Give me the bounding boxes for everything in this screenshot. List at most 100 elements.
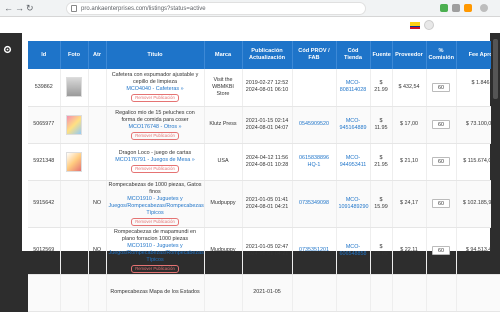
title-cell: Dragon Loco - juego de cartas MCO176791 … [106, 143, 205, 181]
commission-cell [426, 274, 457, 312]
remove-listing-button[interactable]: Remover Publicación [131, 94, 179, 103]
column-header[interactable]: Atr [88, 41, 107, 69]
remove-listing-button[interactable]: Remover Publicación [131, 217, 179, 226]
dates: 2019-02-27 12:52 2024-08-01 06:10 [242, 69, 293, 107]
commission-cell: 60 [426, 69, 457, 107]
remove-listing-button[interactable]: Remover Publicación [131, 264, 179, 273]
commission-input[interactable]: 60 [432, 120, 450, 129]
colombia-flag-icon[interactable] [410, 22, 420, 29]
fuente-price [370, 274, 393, 312]
scrollbar-thumb[interactable] [493, 39, 498, 99]
forward-button[interactable]: → [15, 3, 24, 13]
store-code-link[interactable]: MCO-808114028 [336, 69, 371, 107]
product-photo[interactable] [60, 143, 89, 181]
commission-cell: 60 [426, 180, 457, 228]
product-photo[interactable] [60, 106, 89, 144]
avatar[interactable] [424, 20, 434, 30]
extension-icon[interactable] [452, 4, 460, 12]
brand: Visit the WBMKBI Store [204, 69, 243, 107]
row-atr [88, 69, 107, 107]
fuente-price: $ 21.95 [370, 143, 393, 181]
browser-toolbar: ← → ↻ pro.ankaenterprises.com/listings?s… [0, 0, 500, 17]
proveedor-price [392, 274, 427, 312]
category-link[interactable]: MCO4040 - Cafeteras » [109, 86, 202, 93]
table-row[interactable]: 5915642 NO Rompecabezas de 1000 piezas, … [28, 180, 500, 228]
url-text: pro.ankaenterprises.com/listings?status=… [81, 6, 206, 12]
title-cell: Regalico mio de 15 peluches con forma de… [106, 106, 205, 144]
remove-listing-button[interactable]: Remover Publicación [131, 165, 179, 173]
proveedor-price: $ 24,17 [392, 180, 427, 228]
row-id [28, 274, 61, 312]
table-row[interactable]: 5065977 Regalico mio de 15 peluches con … [28, 106, 500, 144]
profile-icon[interactable] [480, 4, 488, 12]
column-header[interactable]: Id [28, 41, 61, 69]
extension-icon[interactable] [440, 4, 448, 12]
column-header[interactable]: Cód Tienda [336, 41, 371, 69]
column-header[interactable]: Proveedor [392, 41, 427, 69]
product-title: Rompecabezas Mapa de los Estados [110, 289, 200, 295]
category-link[interactable]: MCO1910 - Juguetes y Juegos/Rompecabezas… [109, 243, 204, 264]
commission-cell: 60 [426, 143, 457, 181]
title-cell: Cafetera con espumador ajustable y cepil… [106, 69, 205, 107]
product-title: Rompecabezas de 1000 piezas, Gatos finos [108, 181, 202, 195]
title-cell: Rompecabezas Mapa de los Estados [106, 274, 205, 312]
app-header [0, 17, 500, 33]
fuente-price: $ 11.95 [370, 106, 393, 144]
remove-listing-button[interactable]: Remover Publicación [131, 131, 179, 140]
gear-icon[interactable] [3, 45, 12, 54]
sidebar [0, 33, 14, 251]
lock-icon [71, 5, 77, 12]
row-id: 539862 [28, 69, 61, 107]
listings-table: Id Foto Atr Título Marca Publicación Act… [28, 41, 500, 312]
column-header[interactable]: Título [106, 41, 205, 69]
category-link[interactable]: MCO176791 - Juegos de Mesa » [109, 157, 202, 164]
column-header[interactable]: Marca [204, 41, 243, 69]
commission-input[interactable]: 60 [432, 199, 450, 208]
column-header[interactable]: Fuente [370, 41, 393, 69]
reload-button[interactable]: ↻ [26, 3, 34, 13]
dates: 2024-04-12 11:56 2024-08-01 10:28 [242, 143, 293, 181]
product-photo[interactable] [60, 274, 89, 312]
column-header[interactable]: Publicación Actualización [242, 41, 293, 69]
back-button[interactable]: ← [4, 3, 13, 13]
brand: Mudpuppy [204, 180, 243, 228]
prov-code[interactable]: 0735349098 [292, 180, 337, 228]
row-atr [88, 274, 107, 312]
brand [204, 274, 243, 312]
product-title: Rompecabezas de mapamundi en plano forra… [113, 228, 197, 242]
prov-code[interactable]: 0615838896 HQ-1 [292, 143, 337, 181]
commission-input[interactable]: 60 [432, 82, 450, 92]
table-row[interactable]: Rompecabezas Mapa de los Estados 2021-01… [28, 274, 500, 312]
prov-code[interactable]: 0545909520 [292, 106, 337, 144]
product-photo[interactable] [60, 69, 89, 107]
brand: USA [204, 143, 243, 181]
proveedor-price: $ 432,54 [392, 69, 427, 107]
commission-input[interactable]: 60 [432, 157, 450, 166]
column-header[interactable]: % Comisión [426, 41, 457, 69]
row-atr [88, 106, 107, 144]
product-photo[interactable] [60, 180, 89, 228]
dates: 2021-01-05 01:41 2024-08-01 04:21 [242, 180, 293, 228]
store-code-link[interactable]: MCO-944953411 [336, 143, 371, 181]
address-bar[interactable]: pro.ankaenterprises.com/listings?status=… [66, 2, 366, 15]
category-link[interactable]: MCO176748 - Otros » [109, 124, 202, 131]
dates: 2021-01-15 02:14 2024-08-01 04:07 [242, 106, 293, 144]
table-row[interactable]: 5921348 Dragon Loco - juego de cartas MC… [28, 143, 500, 181]
prov-code[interactable] [292, 69, 337, 107]
column-header[interactable]: Cód PROV / FAB [292, 41, 337, 69]
fee-approx [456, 274, 500, 312]
row-atr [88, 143, 107, 181]
prov-code [292, 274, 337, 312]
category-link[interactable]: MCO1910 - Juguetes y Juegos/Rompecabezas… [109, 196, 204, 217]
scrollbar[interactable] [491, 33, 500, 251]
store-code-link[interactable]: MCO-945164889 [336, 106, 371, 144]
row-id: 5065977 [28, 106, 61, 144]
brand: Klutz Press [204, 106, 243, 144]
product-title: Dragon Loco - juego de cartas [118, 150, 192, 156]
row-id: 5915642 [28, 180, 61, 228]
store-code-link[interactable]: MCO-1091489290 [336, 180, 371, 228]
column-header[interactable]: Foto [60, 41, 89, 69]
extension-icon[interactable] [464, 4, 472, 12]
table-row[interactable]: 539862 Cafetera con espumador ajustable … [28, 69, 500, 107]
fuente-price: $ 21.99 [370, 69, 393, 107]
